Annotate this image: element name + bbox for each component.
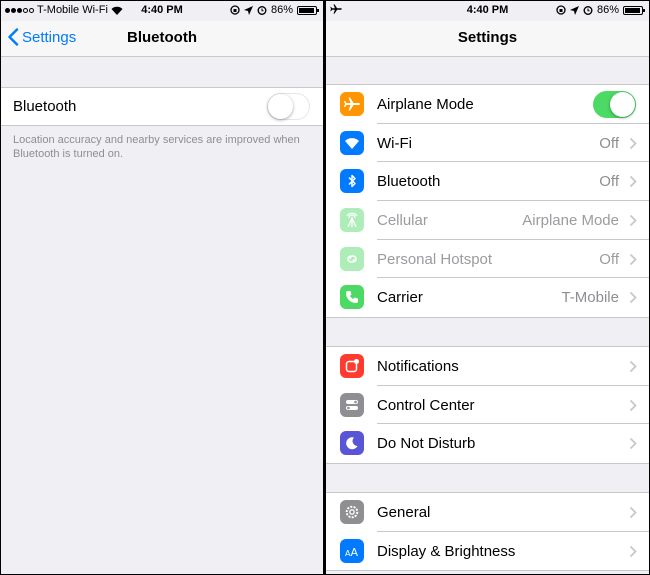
control-center-icon bbox=[340, 392, 364, 417]
row-label: General bbox=[377, 503, 431, 521]
row-label: Airplane Mode bbox=[377, 95, 474, 113]
row-label: Display & Brightness bbox=[377, 542, 516, 560]
bluetooth-icon bbox=[340, 169, 364, 194]
bluetooth-row: Bluetooth bbox=[1, 88, 323, 125]
settings-row-display-brightness[interactable]: A A Display & Brightness bbox=[326, 532, 649, 571]
bluetooth-group: Bluetooth bbox=[1, 87, 323, 126]
chevron-right-icon bbox=[629, 545, 637, 557]
row-label: Control Center bbox=[377, 396, 475, 414]
battery-percent: 86% bbox=[596, 4, 619, 16]
settings-row-control-center[interactable]: Control Center bbox=[326, 386, 649, 425]
row-label: Wi-Fi bbox=[377, 134, 412, 152]
alarm-icon bbox=[583, 6, 593, 15]
bluetooth-label: Bluetooth bbox=[13, 98, 77, 115]
bluetooth-toggle[interactable] bbox=[267, 93, 310, 120]
settings-row-notifications[interactable]: Notifications bbox=[326, 347, 649, 386]
settings-group-2: Notifications Control Center Do Not Distur… bbox=[326, 346, 649, 465]
row-label: Carrier bbox=[377, 289, 423, 307]
location-arrow-icon bbox=[569, 5, 579, 15]
row-label: Do Not Disturb bbox=[377, 435, 476, 453]
row-label: Bluetooth bbox=[377, 173, 441, 191]
chevron-right-icon bbox=[629, 506, 637, 519]
status-bar: 4:40 PM 86% bbox=[326, 1, 649, 21]
chevron-right-icon bbox=[629, 253, 637, 265]
navigation-bar: Settings Bluetooth bbox=[1, 21, 323, 57]
row-label: Personal Hotspot bbox=[377, 250, 493, 268]
battery-percent: 86% bbox=[270, 4, 293, 16]
page-title: Bluetooth bbox=[127, 29, 197, 46]
row-value: Off bbox=[599, 173, 619, 191]
chevron-right-icon bbox=[629, 137, 637, 149]
chevron-right-icon bbox=[629, 214, 637, 227]
notifications-icon bbox=[340, 354, 364, 378]
gear-icon bbox=[340, 500, 364, 524]
settings-row-bluetooth[interactable]: Bluetooth Off bbox=[326, 162, 649, 202]
status-right: 86% bbox=[230, 4, 319, 16]
settings-row-airplane-mode[interactable]: Airplane Mode bbox=[326, 85, 649, 124]
cellular-icon bbox=[340, 208, 364, 233]
chevron-right-icon bbox=[629, 399, 637, 411]
status-right: 86% bbox=[556, 4, 645, 16]
wifi-icon bbox=[340, 130, 364, 155]
hotspot-icon bbox=[340, 246, 364, 271]
row-value: Off bbox=[599, 134, 619, 152]
bluetooth-screen: T-Mobile Wi-Fi 4:40 PM 86% Settings Blue… bbox=[1, 1, 323, 574]
settings-row-general[interactable]: General bbox=[326, 493, 649, 532]
chevron-right-icon bbox=[629, 176, 637, 188]
settings-group-3: General A A Display & Brightness bbox=[326, 492, 649, 572]
settings-group-1: Airplane Mode Wi-Fi Off Bluetooth Off Cellula… bbox=[326, 84, 649, 319]
settings-screen: 4:40 PM 86% Settings Airplane Mode Wi-Fi O… bbox=[326, 1, 649, 574]
settings-row-do-not-disturb[interactable]: Do Not Disturb bbox=[326, 424, 649, 463]
row-label: Cellular bbox=[377, 211, 428, 229]
text-size-icon: AA bbox=[340, 538, 364, 563]
settings-row-carrier[interactable]: Carrier T-Mobile bbox=[326, 278, 649, 317]
alarm-icon bbox=[257, 6, 267, 15]
battery-icon bbox=[623, 5, 645, 15]
navigation-bar: Settings bbox=[326, 21, 649, 57]
airplane-icon bbox=[340, 92, 364, 116]
svg-text:A: A bbox=[351, 546, 359, 559]
rotation-lock-icon bbox=[556, 5, 566, 15]
settings-row-wifi[interactable]: Wi-Fi Off bbox=[326, 124, 649, 163]
row-value: T-Mobile bbox=[561, 289, 619, 307]
chevron-right-icon bbox=[629, 360, 637, 373]
row-label: Notifications bbox=[377, 357, 459, 375]
rotation-lock-icon bbox=[230, 5, 240, 15]
chevron-right-icon bbox=[629, 292, 637, 304]
location-arrow-icon bbox=[243, 5, 253, 15]
settings-row-cellular[interactable]: Cellular Airplane Mode bbox=[326, 201, 649, 240]
bluetooth-footer-note: Location accuracy and nearby services ar… bbox=[13, 134, 300, 160]
phone-icon bbox=[340, 285, 364, 310]
airplane-mode-toggle[interactable] bbox=[593, 91, 636, 118]
status-bar: T-Mobile Wi-Fi 4:40 PM 86% bbox=[1, 1, 323, 21]
moon-icon bbox=[340, 431, 364, 456]
row-value: Airplane Mode bbox=[522, 211, 619, 229]
row-value: Off bbox=[599, 250, 619, 268]
battery-icon bbox=[297, 5, 319, 15]
chevron-right-icon bbox=[629, 438, 637, 450]
settings-row-personal-hotspot[interactable]: Personal Hotspot Off bbox=[326, 240, 649, 279]
page-title: Settings bbox=[457, 29, 518, 46]
